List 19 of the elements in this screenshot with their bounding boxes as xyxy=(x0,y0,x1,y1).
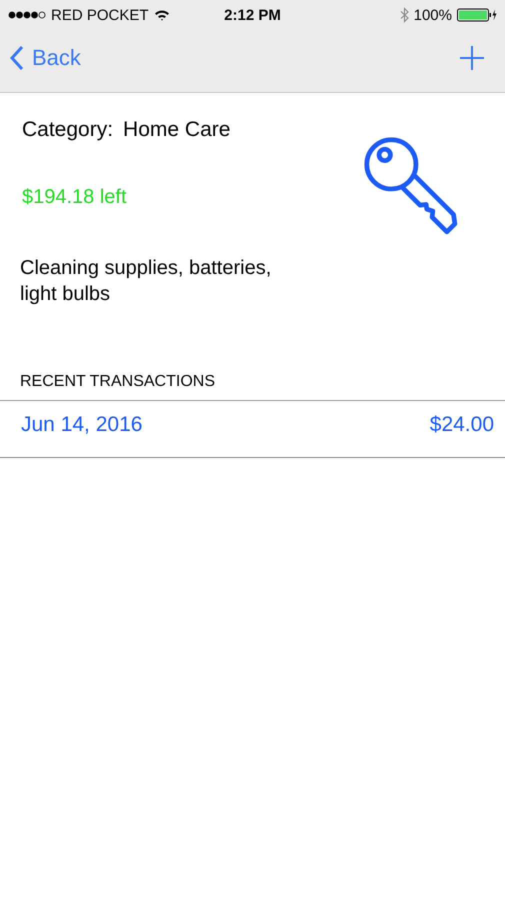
transaction-amount: $24.00 xyxy=(430,413,494,437)
back-button[interactable]: Back xyxy=(10,45,81,71)
clock-time: 2:12 PM xyxy=(224,6,281,24)
category-label: Category: xyxy=(22,118,114,142)
plus-icon xyxy=(459,45,485,71)
wifi-icon xyxy=(154,9,170,21)
remaining-amount: $194.18 left xyxy=(22,186,128,209)
section-header: RECENT TRANSACTIONS xyxy=(0,373,505,401)
signal-icon xyxy=(8,11,46,19)
battery-percent: 100% xyxy=(414,6,452,24)
add-button[interactable] xyxy=(459,45,485,71)
bluetooth-icon xyxy=(400,7,409,23)
carrier-name: RED POCKET xyxy=(51,6,149,24)
category-description: Cleaning supplies, batteries, light bulbs xyxy=(20,256,272,307)
category-name: Home Care xyxy=(123,118,230,142)
transaction-date: Jun 14, 2016 xyxy=(21,413,142,437)
transaction-row[interactable]: Jun 14, 2016 $24.00 xyxy=(0,401,505,458)
battery-icon xyxy=(457,8,497,22)
chevron-left-icon xyxy=(10,45,24,71)
